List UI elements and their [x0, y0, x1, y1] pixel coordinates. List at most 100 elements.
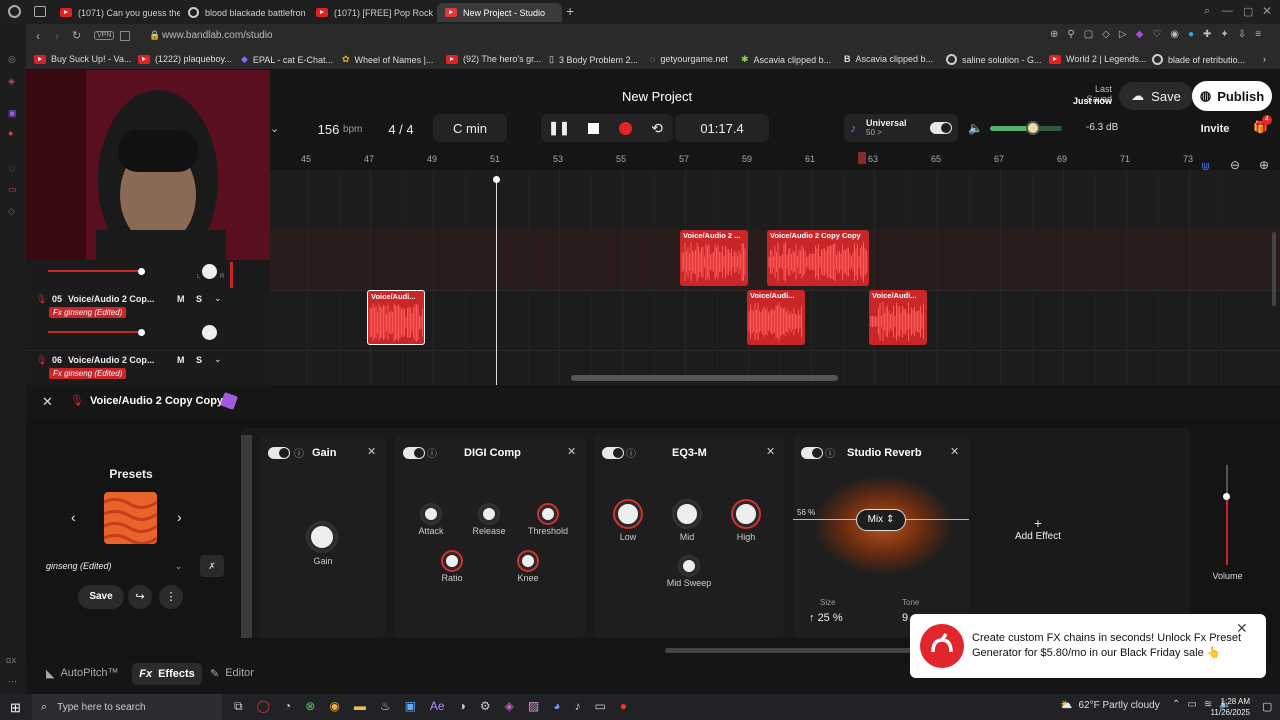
diamond-icon[interactable]: ◇	[8, 206, 15, 217]
reverb-toggle[interactable]	[801, 447, 823, 459]
more-options-icon[interactable]: ⋮	[159, 585, 183, 609]
close-fx-icon[interactable]: ✕	[950, 445, 959, 458]
knee-knob[interactable]	[519, 552, 537, 570]
bookmark-item[interactable]: ✿ Wheel of Names |...	[342, 54, 433, 65]
key-selector[interactable]: C min	[433, 114, 507, 142]
track-header-05[interactable]: 🎙 05 Voice/Audio 2 Cop... M S ⌄ Fx ginse…	[26, 290, 270, 350]
tab-grid-icon[interactable]	[120, 31, 130, 41]
close-fx-icon[interactable]: ✕	[766, 445, 775, 458]
cube-icon[interactable]	[220, 392, 238, 410]
bookmark-item[interactable]: blade of retributio...	[1152, 54, 1245, 65]
time-signature[interactable]: 4 / 4	[374, 115, 428, 143]
pin-icon[interactable]: ⚲	[1067, 29, 1074, 40]
info-icon[interactable]: ⓘ	[825, 445, 835, 460]
edge-icon[interactable]: ●	[1188, 29, 1194, 40]
clear-fx-icon[interactable]: ✗	[200, 555, 224, 577]
browser-tab-4[interactable]: New Project - Studio	[437, 3, 562, 22]
mix-control[interactable]: Mix ⇕	[856, 509, 906, 531]
play-icon[interactable]: ▷	[1119, 29, 1127, 40]
mute-button[interactable]: M	[177, 355, 185, 365]
close-fx-icon[interactable]: ✕	[567, 445, 576, 458]
timeline-ruler[interactable]: 45 47 49 51 53 55 57 59 61 63 65 67 69 71 73 ⋓ ⊖ ⊕	[270, 152, 1280, 173]
bookmark-item[interactable]: (92) The hero's gr...	[446, 54, 541, 64]
workspaces-icon[interactable]	[34, 6, 46, 17]
playhead-handle[interactable]	[493, 176, 500, 183]
browser-logo-icon[interactable]	[8, 5, 21, 18]
timeline-scrollbar[interactable]	[571, 375, 838, 381]
audio-clip[interactable]: Voice/Audio 2 ...	[680, 230, 748, 286]
vpn-badge[interactable]: VPN	[94, 31, 115, 40]
metronome-icon[interactable]: ⌄	[270, 122, 279, 135]
record-button[interactable]	[609, 114, 641, 142]
universal-control[interactable]: ♪ Universal 50 >	[844, 114, 958, 142]
audio-clip[interactable]: Voice/Audio 2 Copy Copy	[767, 230, 869, 286]
new-tab-button[interactable]: +	[566, 3, 574, 19]
youtube-icon[interactable]: ●	[8, 128, 13, 138]
speaker-icon[interactable]: 🔈	[968, 121, 983, 135]
close-window-icon[interactable]: ✕	[1262, 4, 1272, 18]
download-icon[interactable]: ⇩	[1238, 29, 1246, 40]
pause-button[interactable]: ❚❚	[541, 114, 577, 142]
high-knob[interactable]	[733, 501, 759, 527]
zoom-icon[interactable]: ⊕	[1050, 29, 1058, 40]
tag-icon[interactable]: ◇	[1102, 29, 1110, 40]
vertical-scrollbar[interactable]	[1272, 232, 1276, 306]
bookmark-item[interactable]: (1222) plaqueboy...	[138, 54, 232, 64]
size-control[interactable]: ↑ 25 %	[809, 612, 843, 624]
more-icon[interactable]: ⋯	[8, 676, 17, 687]
preset-artwork[interactable]	[104, 492, 157, 544]
gx-icon[interactable]: GX	[6, 658, 16, 665]
browser-tab-1[interactable]: (1071) Can you guess the	[52, 3, 180, 22]
track-name[interactable]: Voice/Audio 2 Cop...	[68, 355, 154, 365]
twitch-icon[interactable]: ▣	[8, 108, 17, 119]
track-volume-slider[interactable]	[48, 270, 144, 272]
project-title[interactable]: New Project	[622, 89, 692, 104]
heart-icon[interactable]: ♡	[8, 164, 16, 175]
stop-button[interactable]	[577, 114, 609, 142]
camera-icon[interactable]: ◉	[1170, 29, 1179, 40]
share-icon[interactable]: ↪	[128, 585, 152, 609]
info-icon[interactable]: ⓘ	[294, 445, 304, 460]
tab-effects[interactable]: Fx Effects	[132, 663, 202, 685]
threshold-knob[interactable]	[539, 505, 557, 523]
taskbar-search[interactable]: ⌕ Type here to search	[32, 694, 222, 720]
browser-tab-3[interactable]: (1071) [FREE] Pop Rock x	[308, 3, 434, 22]
playhead[interactable]	[496, 178, 497, 385]
track-volume-thumb[interactable]	[138, 329, 145, 336]
solo-button[interactable]: S	[196, 355, 202, 365]
low-knob[interactable]	[615, 501, 641, 527]
sidebar-app-icon[interactable]: ◎	[8, 54, 16, 65]
close-panel-icon[interactable]: ✕	[42, 394, 53, 410]
close-toast-icon[interactable]: ✕	[1236, 620, 1248, 637]
reload-icon[interactable]: ↻	[72, 29, 81, 42]
url-text[interactable]: www.bandlab.com/studio	[162, 30, 273, 41]
tab-editor[interactable]: ✎ Editor	[210, 667, 254, 680]
pan-knob[interactable]	[202, 264, 217, 279]
pin2-icon[interactable]: ✚	[1203, 29, 1211, 40]
audio-clip[interactable]: Voice/Audi...	[747, 290, 805, 345]
master-volume-slider[interactable]	[990, 121, 1062, 135]
mid-knob[interactable]	[674, 501, 700, 527]
universal-toggle[interactable]	[930, 122, 952, 134]
track-fx-tag[interactable]: Fx ginseng (Edited)	[49, 307, 127, 318]
heart-icon[interactable]: ♡	[1152, 29, 1161, 40]
solo-button[interactable]: S	[196, 294, 202, 304]
preset-save-button[interactable]: Save	[78, 585, 124, 609]
master-volume-thumb[interactable]	[1026, 121, 1041, 135]
more-bookmarks-icon[interactable]: ›	[1263, 54, 1266, 64]
prev-preset-icon[interactable]: ‹	[71, 509, 76, 525]
forward-icon[interactable]: ›	[55, 29, 59, 43]
preset-selector[interactable]: ginseng (Edited) ⌄	[38, 555, 188, 577]
pan-knob[interactable]	[202, 325, 217, 340]
fx-scrollbar[interactable]	[665, 648, 911, 653]
track-name[interactable]: Voice/Audio 2 Cop...	[68, 294, 154, 304]
weather-widget[interactable]: ⛅ 62°F Partly cloudy	[1060, 700, 1160, 711]
audio-clip-selected[interactable]: Voice/Audi...	[367, 290, 425, 345]
audio-clip[interactable]: Voice/Audi...	[869, 290, 927, 345]
attack-knob[interactable]	[422, 505, 440, 523]
loop-button[interactable]: ⟲	[641, 114, 673, 142]
info-icon[interactable]: ⓘ	[626, 445, 636, 460]
fader-thumb[interactable]	[1223, 493, 1230, 500]
puzzle-icon[interactable]: ✦	[1220, 29, 1228, 40]
track-volume-fader[interactable]	[1210, 465, 1246, 575]
